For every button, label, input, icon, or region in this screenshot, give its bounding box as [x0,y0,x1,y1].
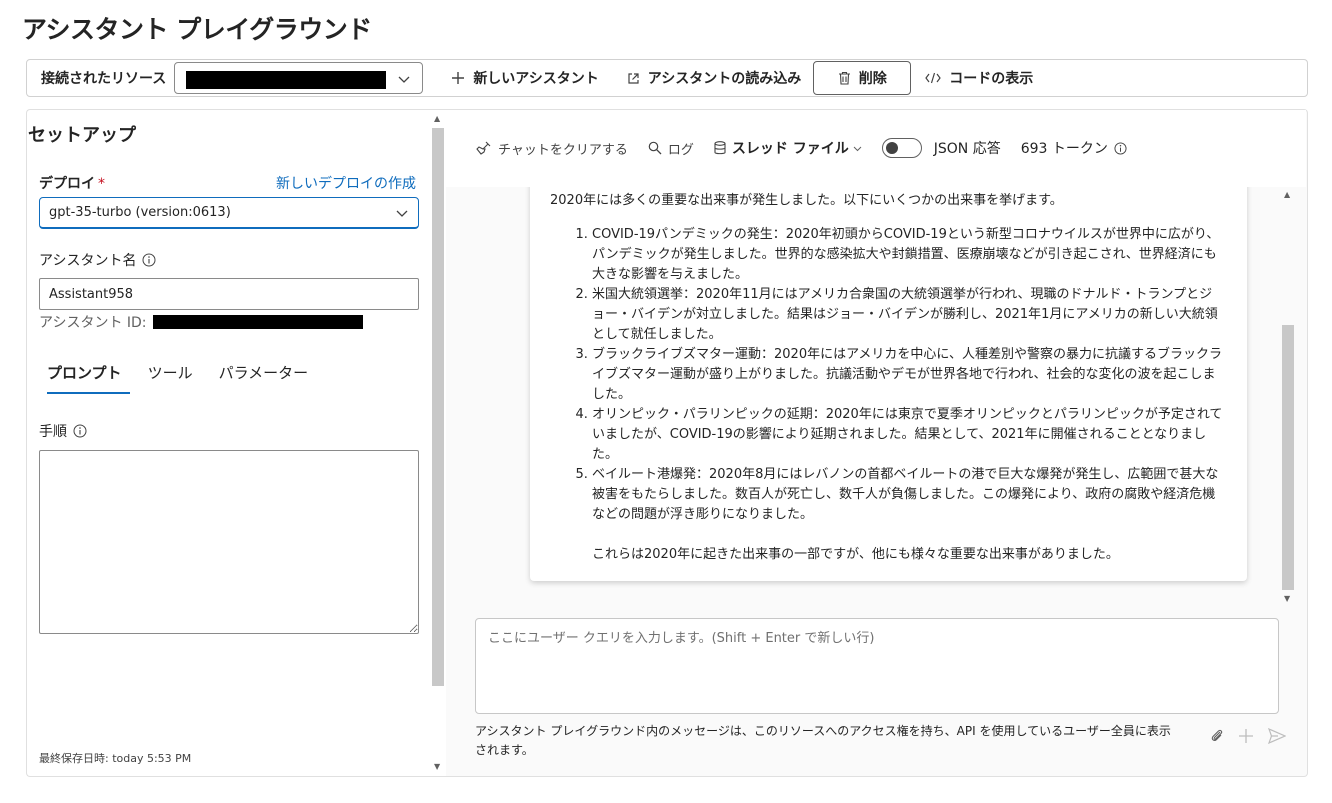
new-assistant-button[interactable]: 新しいアシスタント [451,68,599,88]
toolbar: 接続されたリソース 新しいアシスタント アシスタントの読み込み 削除 コードの表… [26,59,1308,97]
attach-button[interactable] [1210,728,1224,744]
paperclip-icon [1211,729,1223,742]
token-count: 693 トークン [1021,138,1127,158]
add-button[interactable] [1238,728,1254,744]
deploy-select[interactable]: gpt-35-turbo (version:0613) [39,197,419,229]
chat-panel: チャットをクリアする ログ スレッド ファイル JSON 応答 693 トークン… [446,109,1308,777]
plus-icon [452,72,465,84]
assistant-id-label: アシスタント ID: [39,315,147,331]
view-code-button[interactable]: コードの表示 [925,68,1033,88]
json-response-toggle[interactable] [881,138,922,158]
assistant-name-input[interactable] [39,278,419,310]
resource-select[interactable] [174,62,424,94]
chat-scrollbar[interactable]: ▲ ▼ [1282,190,1294,606]
scroll-up-icon[interactable]: ▲ [434,114,440,123]
deploy-label: デプロイ * [39,173,105,193]
list-item: ブラックライブズマター運動：2020年にはアメリカを中心に、人種差別や警察の暴力… [592,345,1225,405]
chat-header: チャットをクリアする ログ スレッド ファイル JSON 応答 693 トークン [446,110,1306,187]
view-code-label: コードの表示 [949,71,1034,87]
delete-label: 削除 [858,71,887,87]
assistant-message: 2020年には多くの重要な出来事が発生しました。以下にいくつかの出来事を挙げます… [530,187,1247,581]
open-external-icon [628,72,639,84]
database-icon [714,141,726,155]
code-icon [925,72,941,84]
new-assistant-label: 新しいアシスタント [473,71,599,87]
info-icon[interactable] [142,253,156,267]
setup-panel: セットアップ デプロイ * 新しいデプロイの作成 gpt-35-turbo (ve… [26,109,446,777]
message-outro: これらは2020年に起きた出来事の一部ですが、他にも様々な重要な出来事がありまし… [592,547,1119,562]
setup-tabs: プロンプト ツール パラメーター [39,362,326,394]
delete-button[interactable]: 削除 [813,61,912,95]
list-item: ベイルート港爆発：2020年8月にはレバノンの首都ベイルートの港で巨大な爆発が発… [592,465,1225,525]
instructions-label: 手順 [39,421,87,441]
tab-prompt[interactable]: プロンプト [39,362,130,394]
scrollbar-thumb[interactable] [1282,325,1294,590]
token-count-text: 693 トークン [1020,141,1108,157]
last-saved-text: 最終保存日時: today 5:53 PM [39,752,192,765]
chat-input-box [475,618,1279,714]
page-title: アシスタント プレイグラウンド [22,15,372,44]
setup-scrollbar[interactable]: ▲ ▼ [432,112,444,776]
import-assistant-button[interactable]: アシスタントの読み込み [627,68,801,88]
tab-tools[interactable]: ツール [140,362,201,394]
log-button[interactable]: ログ [648,139,694,158]
deploy-label-text: デプロイ [39,176,95,192]
privacy-note: アシスタント プレイグラウンド内のメッセージは、このリソースへのアクセス権を持ち… [475,724,1171,757]
required-mark: * [98,176,105,192]
assistant-id: アシスタント ID: [39,312,363,332]
clear-chat-button[interactable]: チャットをクリアする [476,139,628,158]
redacted-resource-name [186,71,387,89]
tab-parameters[interactable]: パラメーター [211,362,317,394]
deploy-select-value: gpt-35-turbo (version:0613) [49,205,231,220]
composer-actions [1196,728,1286,744]
resource-label: 接続されたリソース [41,71,167,87]
scroll-down-icon[interactable]: ▼ [434,762,440,771]
json-response-label: JSON 応答 [933,141,1001,157]
chat-messages: 2020年には多くの重要な出来事が発生しました。以下にいくつかの出来事を挙げます… [446,187,1286,605]
scrollbar-thumb[interactable] [432,128,444,686]
info-icon[interactable] [73,424,87,438]
list-item: COVID-19パンデミックの発生：2020年初頭からCOVID-19という新型… [592,225,1225,285]
trash-icon [838,71,850,85]
chevron-down-icon [398,76,410,83]
setup-title: セットアップ [28,125,136,146]
new-deploy-link[interactable]: 新しいデプロイの作成 [276,173,416,193]
scroll-up-icon[interactable]: ▲ [1284,190,1290,199]
scroll-down-icon[interactable]: ▼ [1284,594,1290,603]
chevron-down-icon [396,210,408,217]
redacted-assistant-id [152,315,363,329]
plus-icon [1239,729,1253,743]
instructions-label-text: 手順 [39,424,67,440]
list-item: 米国大統領選挙：2020年11月にはアメリカ合衆国の大統領選挙が行われ、現職のド… [592,285,1225,345]
list-item: オリンピック・パラリンピックの延期：2020年には東京で夏季オリンピックとパラリ… [592,405,1225,465]
send-button[interactable] [1268,728,1286,744]
thread-files-label: スレッド ファイル [731,141,849,157]
assistant-name-label: アシスタント名 [39,250,156,270]
import-assistant-label: アシスタントの読み込み [647,71,802,87]
broom-icon [476,141,491,155]
assistant-name-label-text: アシスタント名 [39,253,137,269]
instructions-textarea[interactable] [39,450,419,634]
info-icon[interactable] [1114,141,1127,155]
log-label: ログ [667,142,694,158]
search-icon [648,141,662,155]
thread-files-dropdown[interactable]: スレッド ファイル [714,138,862,158]
send-icon [1268,728,1286,744]
message-list: COVID-19パンデミックの発生：2020年初頭からCOVID-19という新型… [550,225,1225,525]
message-intro: 2020年には多くの重要な出来事が発生しました。以下にいくつかの出来事を挙げます… [550,193,1063,208]
clear-chat-label: チャットをクリアする [498,142,628,158]
chevron-down-icon [853,146,862,151]
chat-input[interactable] [476,619,1278,713]
